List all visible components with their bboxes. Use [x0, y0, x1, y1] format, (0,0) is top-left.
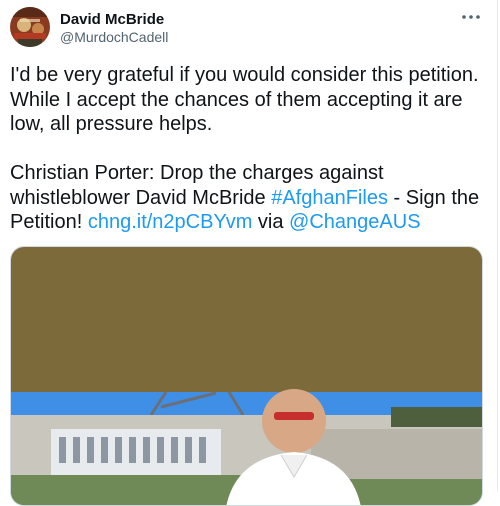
tweet-card[interactable]: David McBride @MurdochCadell I'd be very… [0, 0, 498, 506]
author-name[interactable]: David McBride [60, 11, 164, 28]
media-banner [11, 247, 482, 392]
more-options-button[interactable] [459, 8, 483, 26]
avatar-image [10, 7, 50, 47]
hashtag-link[interactable]: #AfghanFiles [271, 187, 388, 209]
media-card[interactable] [10, 246, 483, 506]
media-image [11, 247, 482, 505]
via-text: via [252, 211, 290, 233]
mention-link[interactable]: @ChangeAUS [289, 211, 420, 233]
tweet-paragraph-1: I'd be very grateful if you would consid… [10, 64, 479, 135]
tweet-text: I'd be very grateful if you would consid… [10, 63, 488, 235]
avatar[interactable] [10, 7, 50, 47]
more-horizontal-icon [462, 15, 480, 19]
petition-url-link[interactable]: chng.it/n2pCBYvm [88, 211, 253, 233]
author-handle[interactable]: @MurdochCadell [60, 29, 168, 45]
tweet-paragraph-2: Christian Porter: Drop the charges again… [10, 161, 488, 235]
